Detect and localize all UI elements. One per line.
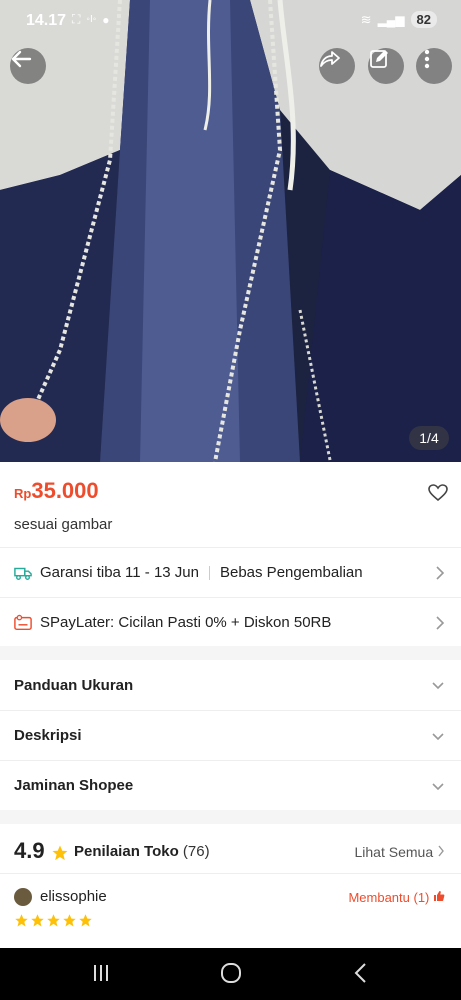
app-notification-icon: ● bbox=[102, 12, 110, 27]
edit-button[interactable] bbox=[368, 48, 404, 84]
star-icon bbox=[31, 914, 44, 927]
rating-count: (76) bbox=[182, 843, 210, 860]
chevron-down-icon bbox=[432, 682, 444, 690]
system-navigation-bar bbox=[0, 948, 461, 1000]
see-all-link[interactable]: Lihat Semua bbox=[355, 844, 446, 860]
recent-apps-icon[interactable] bbox=[90, 962, 112, 984]
shipping-text: Garansi tiba 11 - 13 Jun Bebas Pengembali… bbox=[40, 564, 363, 581]
chevron-down-icon bbox=[432, 783, 444, 791]
edit-icon bbox=[370, 50, 388, 68]
rating-title: Penilaian Toko bbox=[74, 843, 179, 860]
reviewer-name: elissophie bbox=[40, 888, 107, 905]
image-counter: 1/4 bbox=[409, 426, 449, 450]
ratings-card bbox=[0, 824, 461, 948]
shipping-row[interactable]: Garansi tiba 11 - 13 Jun Bebas Pengembali… bbox=[0, 547, 461, 597]
helpful-button[interactable]: Membantu (1) bbox=[348, 890, 445, 905]
review-stars bbox=[14, 913, 93, 928]
chevron-right-icon bbox=[438, 845, 444, 857]
divider bbox=[0, 873, 461, 874]
status-time: 14.17 bbox=[26, 12, 67, 29]
rating-label: Penilaian Toko (76) bbox=[74, 843, 210, 860]
screenshot-icon: ⛶ bbox=[72, 12, 81, 26]
avatar bbox=[14, 888, 32, 906]
thumbs-up-icon bbox=[434, 891, 445, 901]
paylater-row[interactable]: SPayLater: Cicilan Pasti 0% + Diskon 50R… bbox=[0, 597, 461, 647]
battery-icon: 82 bbox=[410, 11, 437, 28]
sync-icon: ◦I◦ bbox=[86, 14, 97, 25]
back-button[interactable] bbox=[10, 48, 46, 84]
accordion-title: Jaminan Shopee bbox=[14, 777, 134, 794]
paylater-text: SPayLater: Cicilan Pasti 0% + Diskon 50R… bbox=[40, 614, 332, 631]
shipping-returns: Bebas Pengembalian bbox=[219, 564, 363, 581]
star-icon bbox=[47, 914, 60, 927]
helpful-label: Membantu (1) bbox=[348, 890, 430, 905]
chevron-right-icon bbox=[436, 616, 445, 630]
star-icon bbox=[52, 845, 68, 861]
heart-icon[interactable] bbox=[428, 484, 448, 502]
home-icon[interactable] bbox=[220, 962, 242, 984]
share-button[interactable] bbox=[319, 48, 355, 84]
see-all-label: Lihat Semua bbox=[354, 844, 434, 860]
signal-icon: ▂▄▆ bbox=[377, 12, 405, 27]
star-icon bbox=[79, 914, 92, 927]
wifi-icon: ≋ bbox=[360, 11, 372, 27]
price-currency: Rp bbox=[14, 486, 32, 501]
back-nav-icon[interactable] bbox=[350, 962, 372, 984]
product-image[interactable]: 14.17 ⛶ ◦I◦ ● ≋ ▂▄▆ 82 1/4 bbox=[0, 0, 461, 462]
notification-icons: ⛶ ◦I◦ ● bbox=[72, 12, 110, 27]
truck-icon bbox=[14, 567, 32, 580]
accordion-title: Panduan Ukuran bbox=[14, 676, 134, 694]
status-right-icons: ≋ ▂▄▆ 82 bbox=[361, 11, 437, 28]
rating-score: 4.9 bbox=[14, 838, 45, 863]
divider bbox=[208, 566, 210, 581]
more-options-button[interactable] bbox=[416, 48, 452, 84]
price-value: 35.000 bbox=[31, 478, 99, 503]
more-vertical-icon bbox=[424, 49, 430, 69]
arrow-left-icon bbox=[11, 50, 32, 68]
spaylater-icon bbox=[14, 614, 32, 631]
shipping-guarantee: Garansi tiba 11 - 13 Jun bbox=[40, 564, 199, 581]
accordion-title: Deskripsi bbox=[14, 727, 82, 744]
accordion-description[interactable]: Deskripsi bbox=[0, 710, 461, 760]
status-bar: 14.17 ⛶ ◦I◦ ● ≋ ▂▄▆ 82 bbox=[0, 0, 461, 42]
chevron-down-icon bbox=[432, 733, 444, 741]
star-icon bbox=[63, 914, 76, 927]
product-name: sesuai gambar bbox=[14, 516, 113, 533]
accordion-guarantee[interactable]: Jaminan Shopee bbox=[0, 760, 461, 810]
star-icon bbox=[15, 914, 28, 927]
chevron-right-icon bbox=[436, 566, 445, 580]
product-price: Rp35.000 bbox=[14, 478, 99, 504]
accordion-size-guide[interactable]: Panduan Ukuran bbox=[0, 660, 461, 710]
share-icon bbox=[320, 51, 340, 67]
